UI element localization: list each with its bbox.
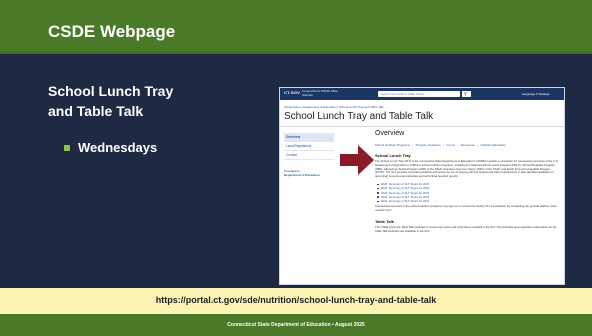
provided-by: Provided by: Department of Education (284, 169, 334, 177)
link-forms[interactable]: Forms (446, 143, 455, 147)
separator: | (476, 143, 478, 147)
provided-by-link[interactable]: Department of Education (284, 173, 334, 177)
link-nutrition-education[interactable]: Nutrition Education (481, 143, 506, 147)
section-links: School Nutrition Programs | Program Guida… (375, 143, 561, 147)
sidebar-item-laws[interactable]: Laws/Regulations (284, 142, 334, 151)
arrow-right-icon (340, 145, 374, 175)
link-resources[interactable]: Resources (461, 143, 475, 147)
summary-link[interactable]: 2021: Summary of SLT Topics for 2021 (377, 199, 561, 203)
slide-title: CSDE Webpage (48, 22, 176, 41)
link-school-nutrition-programs[interactable]: School Nutrition Programs (375, 143, 410, 147)
sidebar-item-contact[interactable]: Contact (284, 151, 334, 160)
section-paragraph: The School Lunch Tray (SLT) is the Conne… (375, 159, 559, 179)
slide: CSDE Webpage School Lunch Tray and Table… (0, 0, 592, 336)
page-title: School Lunch Tray and Table Talk (284, 111, 434, 122)
ct-gov-logo[interactable]: CT.GOV (284, 90, 300, 95)
search-icon[interactable]: ⚲ (464, 91, 467, 97)
separator: | (412, 143, 413, 147)
slide-heading: School Lunch Tray and Table Talk (48, 83, 174, 119)
summary-list: 2025: Summary of SLT Topics for 2025 202… (375, 182, 561, 203)
main-content: Overview School Nutrition Programs | Prog… (375, 130, 561, 234)
table-talk-paragraph: The CSDE hosts the Table Talk webinars t… (375, 225, 557, 233)
breadcrumb[interactable]: Portal Home / Department of Education / … (284, 105, 384, 109)
bullet-item: Wednesdays (64, 140, 157, 155)
link-program-guidance[interactable]: Program Guidance (416, 143, 441, 147)
language-settings[interactable]: Language ▾ Settings (522, 91, 549, 97)
separator: | (456, 143, 458, 147)
table-talk-heading: Table Talk (375, 219, 394, 225)
sidebar-item-overview[interactable]: Overview (284, 133, 334, 142)
search-placeholder: Search Connecticut State Portal (381, 92, 424, 96)
footer-text: Connecticut State Department of Educatio… (227, 322, 365, 328)
sidebar-nav: Overview Laws/Regulations Contact (284, 133, 334, 160)
bullet-text: Wednesdays (78, 140, 158, 155)
logo-subtitle: Connecticut's Official State Website (302, 89, 338, 97)
separator: | (442, 143, 444, 147)
webpage-screenshot: CT.GOV Connecticut's Official State Webs… (279, 87, 565, 285)
square-bullet-icon (64, 144, 70, 151)
overview-heading: Overview (375, 130, 405, 137)
signup-paragraph: Connecticut sponsors of the school nutri… (375, 204, 557, 213)
divider (280, 126, 564, 127)
section-heading: School Lunch Tray (375, 153, 411, 158)
webpage-url[interactable]: https://portal.ct.gov/sde/nutrition/scho… (0, 295, 592, 305)
